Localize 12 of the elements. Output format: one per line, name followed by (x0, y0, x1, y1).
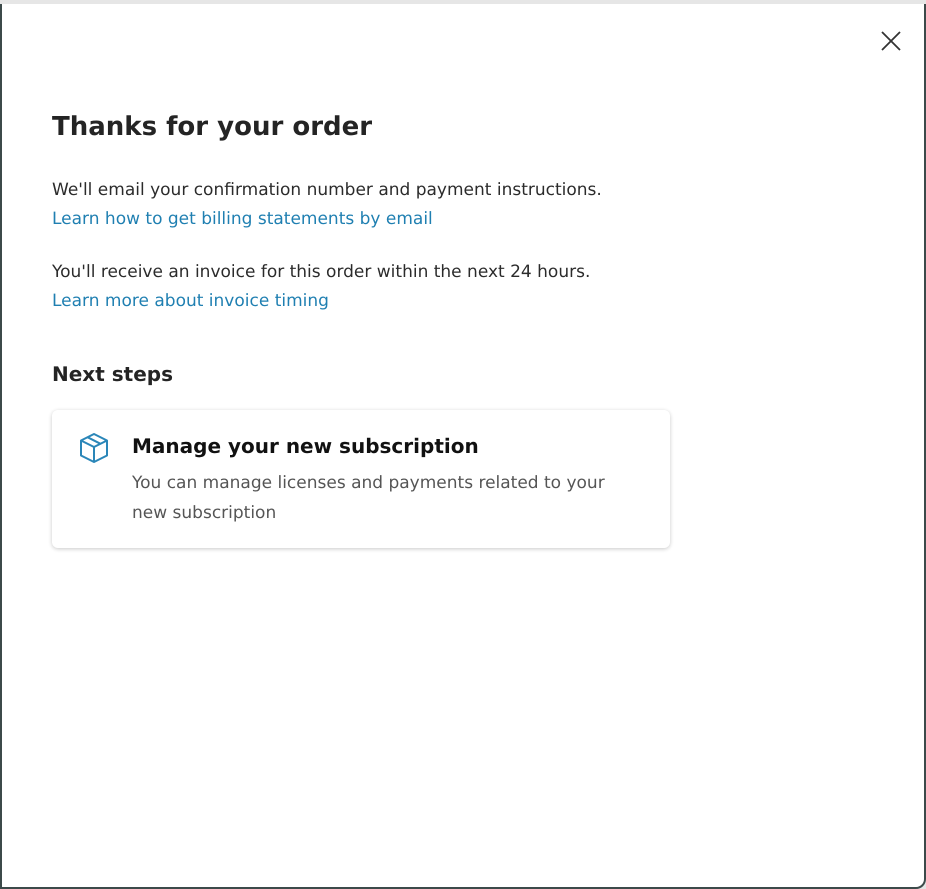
card-description: You can manage licenses and payments related to your new subscription (132, 472, 606, 525)
info-paragraph: You'll receive an invoice for this order within the next 24 hours. Learn more about invoice timing (52, 261, 592, 313)
close-button[interactable] (880, 30, 902, 52)
card-title: Manage your new subscription (132, 434, 480, 458)
subscription-card[interactable]: Manage your new subscription You can manage licenses and payments related to your new subscription (52, 410, 670, 548)
section-title: Next steps (52, 362, 174, 386)
dialog-title: Thanks for your order (52, 112, 374, 142)
info-paragraph: We'll email your confirmation number and payment instructions. Learn how to get billing statements by email (52, 179, 603, 231)
close-icon (880, 30, 902, 52)
learn-more-link[interactable]: Learn how to get billing statements by email (52, 209, 433, 229)
learn-more-link[interactable]: Learn more about invoice timing (52, 291, 329, 311)
cube-icon (78, 432, 110, 464)
